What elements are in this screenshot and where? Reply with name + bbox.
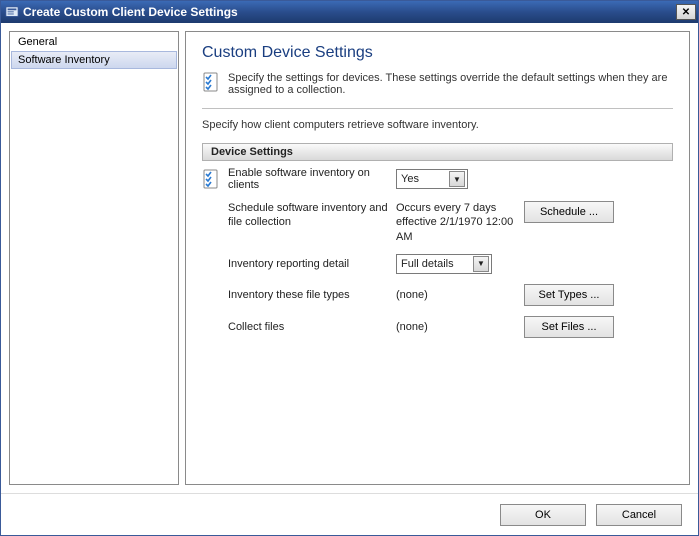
dialog-footer: OK Cancel — [1, 493, 698, 535]
intro-text: Specify the settings for devices. These … — [228, 72, 673, 96]
nav-item-software-inventory[interactable]: Software Inventory — [11, 51, 177, 69]
settings-grid: Enable software inventory on clients Yes… — [228, 167, 673, 338]
chevron-down-icon: ▼ — [473, 256, 489, 272]
sub-description: Specify how client computers retrieve so… — [202, 119, 673, 131]
reporting-detail-select[interactable]: Full details ▼ — [396, 254, 492, 274]
collect-files-label: Collect files — [228, 321, 388, 333]
select-text: Full details — [401, 258, 473, 270]
reporting-detail-label: Inventory reporting detail — [228, 258, 388, 270]
nav-item-general[interactable]: General — [11, 33, 177, 51]
enable-inventory-select[interactable]: Yes ▼ — [396, 169, 468, 189]
app-icon — [5, 5, 19, 19]
checklist-icon — [202, 180, 222, 192]
window-title: Create Custom Client Device Settings — [23, 5, 676, 19]
reporting-detail-value: Full details ▼ — [396, 254, 516, 274]
checklist-icon — [202, 72, 222, 95]
ok-button[interactable]: OK — [500, 504, 586, 526]
close-icon: ✕ — [682, 7, 690, 18]
intro-row: Specify the settings for devices. These … — [202, 72, 673, 96]
settings-icon-col — [202, 167, 222, 192]
cancel-button[interactable]: Cancel — [596, 504, 682, 526]
device-settings: Enable software inventory on clients Yes… — [202, 167, 673, 338]
content-panel: Custom Device Settings Specify the setti… — [185, 31, 690, 485]
nav-panel: General Software Inventory — [9, 31, 179, 485]
nav-label: General — [18, 36, 57, 48]
titlebar: Create Custom Client Device Settings ✕ — [1, 1, 698, 23]
chevron-down-icon: ▼ — [449, 171, 465, 187]
schedule-value: Occurs every 7 days effective 2/1/1970 1… — [396, 201, 516, 244]
close-button[interactable]: ✕ — [676, 4, 696, 20]
file-types-label: Inventory these file types — [228, 289, 388, 301]
enable-inventory-label: Enable software inventory on clients — [228, 167, 388, 191]
schedule-button[interactable]: Schedule ... — [524, 201, 614, 223]
set-files-button[interactable]: Set Files ... — [524, 316, 614, 338]
dialog-window: Create Custom Client Device Settings ✕ G… — [0, 0, 699, 536]
section-header: Device Settings — [202, 143, 673, 161]
file-types-value: (none) — [396, 289, 516, 301]
select-text: Yes — [401, 173, 449, 185]
divider — [202, 108, 673, 109]
page-title: Custom Device Settings — [202, 44, 673, 62]
nav-label: Software Inventory — [18, 54, 110, 66]
enable-inventory-value: Yes ▼ — [396, 169, 516, 189]
dialog-body: General Software Inventory Custom Device… — [1, 23, 698, 493]
schedule-label: Schedule software inventory and file col… — [228, 201, 388, 230]
collect-files-value: (none) — [396, 321, 516, 333]
set-types-button[interactable]: Set Types ... — [524, 284, 614, 306]
